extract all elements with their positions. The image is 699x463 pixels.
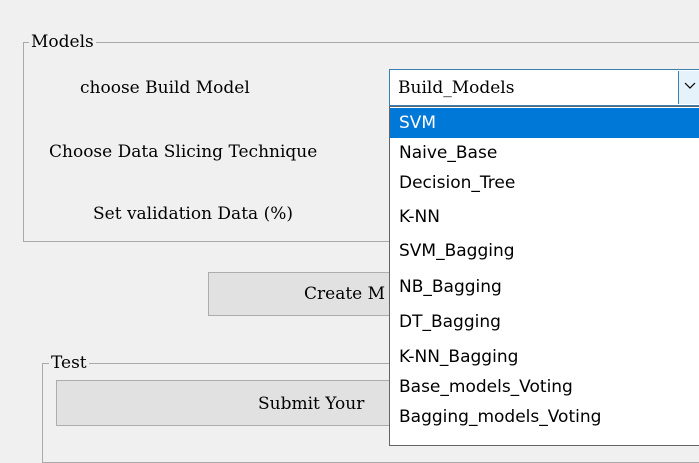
dropdown-option-naive-base[interactable]: Naive_Base xyxy=(390,138,699,168)
build-model-label: choose Build Model xyxy=(80,78,250,98)
test-group-title: Test xyxy=(49,353,89,373)
submit-button-label: Submit Your xyxy=(258,394,365,414)
combo-dropdown-button[interactable] xyxy=(678,71,699,104)
dropdown-option-decision-tree[interactable]: Decision_Tree xyxy=(390,168,699,198)
create-model-button-label: Create M xyxy=(304,284,386,304)
dropdown-option-nb-bagging[interactable]: NB_Bagging xyxy=(390,272,699,302)
dropdown-option-base-models-voting[interactable]: Base_models_Voting xyxy=(390,372,699,402)
dropdown-option-svm[interactable]: SVM xyxy=(390,108,699,138)
dropdown-option-dt-bagging[interactable]: DT_Bagging xyxy=(390,307,699,337)
slicing-technique-label: Choose Data Slicing Technique xyxy=(49,142,318,162)
validation-data-label: Set validation Data (%) xyxy=(93,204,293,224)
chevron-down-icon xyxy=(684,82,696,89)
dropdown-option-svm-bagging[interactable]: SVM_Bagging xyxy=(390,236,699,266)
dropdown-option-knn-bagging[interactable]: K-NN_Bagging xyxy=(390,342,699,372)
build-model-selected-value: Build_Models xyxy=(398,78,515,98)
models-group-title: Models xyxy=(29,32,96,52)
build-model-combobox[interactable]: Build_Models xyxy=(389,69,699,106)
dropdown-option-knn[interactable]: K-NN xyxy=(390,202,699,232)
build-model-dropdown-list: SVM Naive_Base Decision_Tree K-NN SVM_Ba… xyxy=(389,106,699,446)
dropdown-option-bagging-models-voting[interactable]: Bagging_models_Voting xyxy=(390,402,699,432)
